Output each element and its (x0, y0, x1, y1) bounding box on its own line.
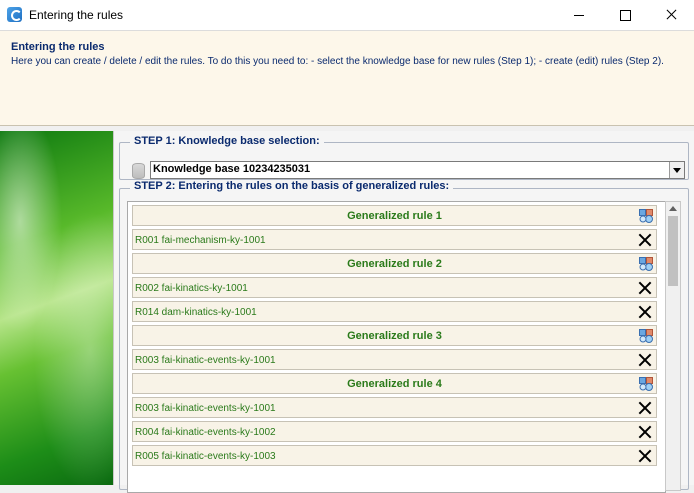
scroll-up-icon[interactable] (669, 206, 677, 211)
rule-label: R005 fai-kinatic-events-ky-1003 (135, 451, 276, 462)
delete-icon[interactable] (638, 425, 652, 439)
rule-item[interactable]: R002 fai-kinatics-ky-1001 (132, 277, 657, 298)
rule-label: R001 fai-mechanism-ky-1001 (135, 235, 266, 246)
knowledge-base-select[interactable]: Knowledge base 10234235031 (150, 161, 685, 179)
rule-label: R002 fai-kinatics-ky-1001 (135, 283, 248, 294)
generalized-rule-title: Generalized rule 1 (347, 210, 442, 222)
delete-icon[interactable] (638, 449, 652, 463)
title-bar: Entering the rules (0, 0, 694, 31)
header-title: Entering the rules (11, 41, 105, 53)
rule-settings-icon[interactable] (639, 329, 653, 343)
generalized-rule-title: Generalized rule 4 (347, 378, 442, 390)
rule-item[interactable]: R003 fai-kinatic-events-ky-1001 (132, 397, 657, 418)
delete-icon[interactable] (638, 305, 652, 319)
rule-item[interactable]: R014 dam-kinatics-ky-1001 (132, 301, 657, 322)
close-button[interactable] (648, 0, 694, 30)
info-header: Entering the rules Here you can create /… (0, 31, 694, 126)
window-title: Entering the rules (29, 8, 124, 22)
rule-label: R014 dam-kinatics-ky-1001 (135, 307, 257, 318)
rule-label: R003 fai-kinatic-events-ky-1001 (135, 355, 276, 366)
step1-label: STEP 1: Knowledge base selection: (130, 135, 324, 147)
rule-settings-icon[interactable] (639, 377, 653, 391)
rule-item[interactable]: R005 fai-kinatic-events-ky-1003 (132, 445, 657, 466)
decorative-green-panel (0, 131, 113, 485)
rule-item[interactable]: R003 fai-kinatic-events-ky-1001 (132, 349, 657, 370)
rules-list[interactable]: Generalized rule 1 R001 fai-mechanism-ky-… (127, 201, 666, 493)
generalized-rule-title: Generalized rule 3 (347, 330, 442, 342)
database-icon (132, 163, 145, 179)
minimize-button[interactable] (556, 0, 602, 30)
scroll-thumb[interactable] (668, 216, 678, 286)
generalized-rule-title: Generalized rule 2 (347, 258, 442, 270)
rule-label: R003 fai-kinatic-events-ky-1001 (135, 403, 276, 414)
rule-settings-icon[interactable] (639, 257, 653, 271)
generalized-rule-header[interactable]: Generalized rule 3 (132, 325, 657, 346)
rules-scrollbar[interactable] (665, 201, 681, 491)
rule-item[interactable]: R001 fai-mechanism-ky-1001 (132, 229, 657, 250)
step1-groupbox: Knowledge base 10234235031 (119, 142, 689, 180)
knowledge-base-value: Knowledge base 10234235031 (153, 163, 311, 175)
rule-item[interactable]: R004 fai-kinatic-events-ky-1002 (132, 421, 657, 442)
maximize-button[interactable] (602, 0, 648, 30)
generalized-rule-header[interactable]: Generalized rule 2 (132, 253, 657, 274)
step2-label: STEP 2: Entering the rules on the basis … (130, 180, 454, 192)
app-icon (7, 7, 22, 22)
main-panel: Knowledge base 10234235031 STEP 1: Knowl… (113, 131, 694, 493)
delete-icon[interactable] (638, 401, 652, 415)
delete-icon[interactable] (638, 281, 652, 295)
rule-settings-icon[interactable] (639, 209, 653, 223)
generalized-rule-header[interactable]: Generalized rule 1 (132, 205, 657, 226)
delete-icon[interactable] (638, 353, 652, 367)
header-description: Here you can create / delete / edit the … (11, 56, 664, 67)
generalized-rule-header[interactable]: Generalized rule 4 (132, 373, 657, 394)
rule-label: R004 fai-kinatic-events-ky-1002 (135, 427, 276, 438)
delete-icon[interactable] (638, 233, 652, 247)
chevron-down-icon[interactable] (669, 162, 684, 178)
